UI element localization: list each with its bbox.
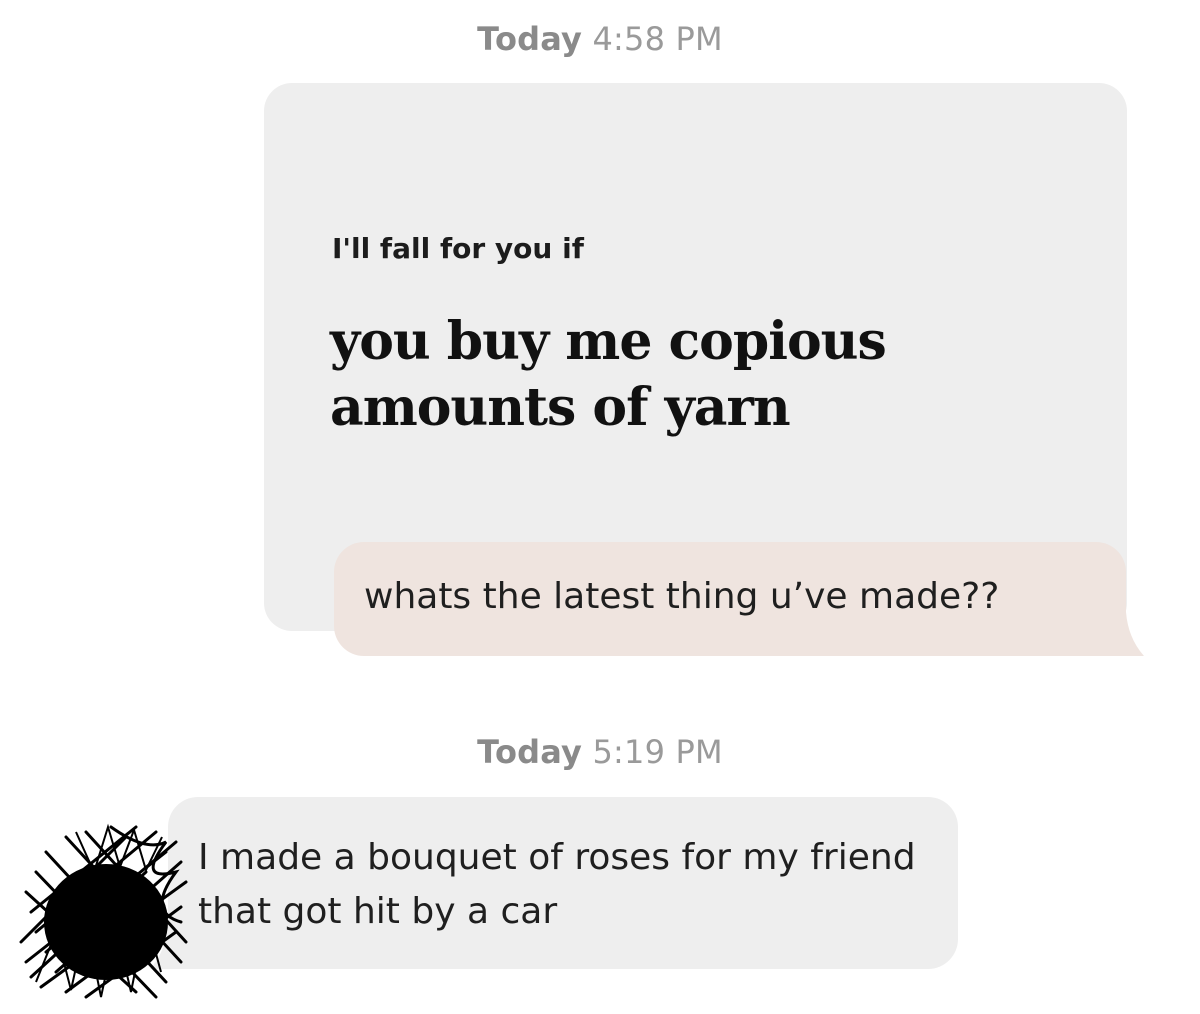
received-message-text: I made a bouquet of roses for my friend …: [198, 837, 916, 932]
timestamp-day: Today: [477, 20, 583, 58]
sent-message-bubble[interactable]: whats the latest thing u’ve made??: [334, 542, 1126, 656]
timestamp-time: 5:19 PM: [592, 733, 723, 771]
sent-message-text: whats the latest thing u’ve made??: [364, 576, 1000, 617]
timestamp-1: Today 4:58 PM: [0, 20, 1200, 58]
prompt-answer: you buy me copious amounts of yarn: [330, 311, 887, 438]
prompt-label: I'll fall for you if: [332, 232, 584, 265]
timestamp-day: Today: [477, 733, 583, 771]
timestamp-time: 4:58 PM: [592, 20, 723, 58]
timestamp-2: Today 5:19 PM: [0, 733, 1200, 771]
received-message-bubble[interactable]: I made a bouquet of roses for my friend …: [168, 797, 958, 969]
scribbled-avatar-icon[interactable]: [16, 812, 192, 1002]
